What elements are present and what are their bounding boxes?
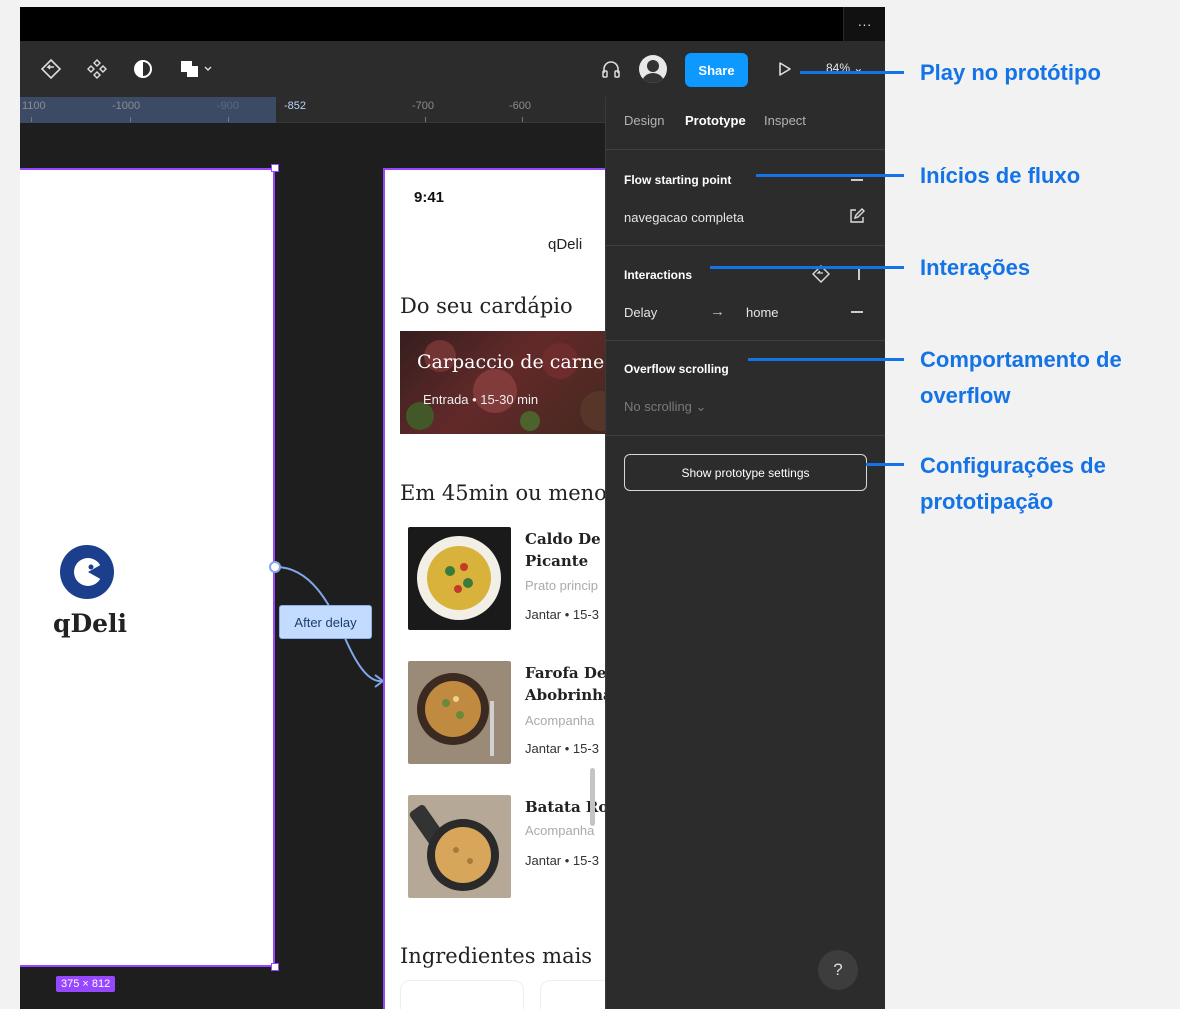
connection-node[interactable]	[269, 561, 281, 573]
section-title-menu: Do seu cardápio	[400, 294, 573, 318]
toolbar: Share 84% ⌄	[20, 41, 885, 97]
dish-title: Farofa De	[525, 664, 605, 682]
dish-meta: Jantar • 15-3	[525, 607, 599, 622]
show-prototype-settings-button[interactable]: Show prototype settings	[624, 454, 867, 491]
interaction-trigger[interactable]: Delay	[624, 305, 657, 320]
after-delay-label[interactable]: After delay	[279, 605, 372, 639]
annotation-play: Play no protótipo	[920, 60, 1101, 85]
ruler-tick: -600	[509, 100, 532, 112]
dish-meta: Jantar • 15-3	[525, 853, 599, 868]
help-button[interactable]: ?	[818, 950, 858, 990]
annotation-line-settings	[866, 463, 904, 466]
flow-section-title: Flow starting point	[624, 173, 732, 187]
component-icon[interactable]	[84, 56, 110, 82]
hero-meta: Entrada • 15-30 min	[423, 392, 539, 407]
dish-image-batata	[408, 795, 511, 898]
dish-meta: Jantar • 15-3	[525, 741, 599, 756]
ruler-tick: -900	[217, 100, 240, 112]
remove-flow-icon[interactable]	[851, 179, 863, 181]
back-icon[interactable]	[38, 56, 64, 82]
carpaccio-image	[400, 331, 605, 434]
hero-card[interactable]: Carpaccio de carne Entrada • 15-30 min	[400, 331, 605, 434]
tab-prototype[interactable]: Prototype	[685, 113, 746, 128]
dish-title: Caldo De F	[525, 530, 605, 548]
dish-category: Acompanha	[525, 823, 595, 838]
ruler-tick: -852	[284, 100, 307, 112]
share-button[interactable]: Share	[685, 53, 748, 87]
headphones-icon[interactable]	[598, 56, 624, 82]
ingredient-card[interactable]	[400, 980, 524, 1009]
figma-window: ··· Share 84% ⌄ 1100 -1000 -900 -852 -70…	[20, 7, 885, 1009]
resize-handle[interactable]	[271, 963, 279, 971]
hero-title: Carpaccio de carne	[417, 351, 605, 373]
dish-title: Picante	[525, 552, 589, 570]
annotation-line-interactions	[710, 266, 904, 269]
arrow-right-icon: →	[710, 303, 725, 320]
ingredient-card[interactable]	[540, 980, 605, 1009]
more-options-button[interactable]: ···	[843, 7, 885, 41]
overflow-dropdown[interactable]: No scrolling ⌄	[624, 399, 706, 415]
qdeli-logo-icon	[60, 545, 114, 599]
canvas[interactable]: qDeli After delay 375 × 812 9:41 qDeli D…	[20, 123, 605, 1009]
dish-title: Abobrinha	[525, 686, 605, 704]
divider	[606, 245, 885, 246]
dish-image-caldo	[408, 527, 511, 630]
status-time: 9:41	[414, 189, 445, 206]
ruler-tick: -1000	[112, 100, 141, 112]
tab-design[interactable]: Design	[624, 113, 664, 128]
splash-brand: qDeli	[52, 609, 128, 638]
home-frame[interactable]: 9:41 qDeli Do seu cardápio Carpaccio de …	[383, 168, 605, 1009]
dish-image-farofa	[408, 661, 511, 764]
home-logo: qDeli	[548, 236, 583, 253]
contrast-icon[interactable]	[130, 56, 156, 82]
flow-name[interactable]: navegacao completa	[624, 210, 744, 225]
annotation-settings-1: Configurações de	[920, 453, 1106, 478]
interactions-section-title: Interactions	[624, 268, 693, 282]
resize-handle[interactable]	[271, 164, 279, 172]
title-bar: ···	[20, 7, 885, 41]
play-icon[interactable]	[771, 56, 797, 82]
dish-category: Prato princip	[525, 578, 598, 593]
boolean-icon[interactable]	[178, 56, 218, 82]
divider	[606, 435, 885, 436]
frame-size-badge: 375 × 812	[56, 976, 116, 992]
ruler-tick: -700	[412, 100, 435, 112]
splash-frame[interactable]: qDeli	[20, 168, 275, 967]
annotation-line-play	[800, 71, 904, 74]
section-title-ingredients: Ingredientes mais	[400, 944, 593, 968]
add-interaction-icon[interactable]	[858, 268, 860, 280]
annotation-interactions: Interações	[920, 255, 1031, 280]
horizontal-ruler: 1100 -1000 -900 -852 -700 -600	[20, 97, 605, 123]
divider	[606, 149, 885, 150]
divider	[606, 340, 885, 341]
annotation-overflow-2: overflow	[920, 383, 1011, 408]
edit-icon[interactable]	[848, 207, 866, 230]
tab-inspect[interactable]: Inspect	[764, 113, 806, 128]
annotation-line-overflow	[748, 358, 904, 361]
prototype-panel: Design Prototype Inspect Flow starting p…	[605, 97, 885, 1009]
scroll-indicator[interactable]	[590, 768, 595, 826]
dish-category: Acompanha	[525, 713, 595, 728]
interaction-target[interactable]: home	[746, 305, 779, 320]
section-title-quick: Em 45min ou menos	[400, 481, 605, 505]
overflow-section-title: Overflow scrolling	[624, 362, 729, 376]
avatar[interactable]	[639, 55, 667, 83]
ruler-tick: 1100	[22, 100, 46, 112]
annotation-overflow-1: Comportamento de	[920, 347, 1122, 372]
annotation-flow: Inícios de fluxo	[920, 163, 1081, 188]
remove-interaction-icon[interactable]	[851, 311, 863, 313]
annotation-settings-2: prototipação	[920, 489, 1054, 514]
annotation-line-flow	[756, 174, 904, 177]
